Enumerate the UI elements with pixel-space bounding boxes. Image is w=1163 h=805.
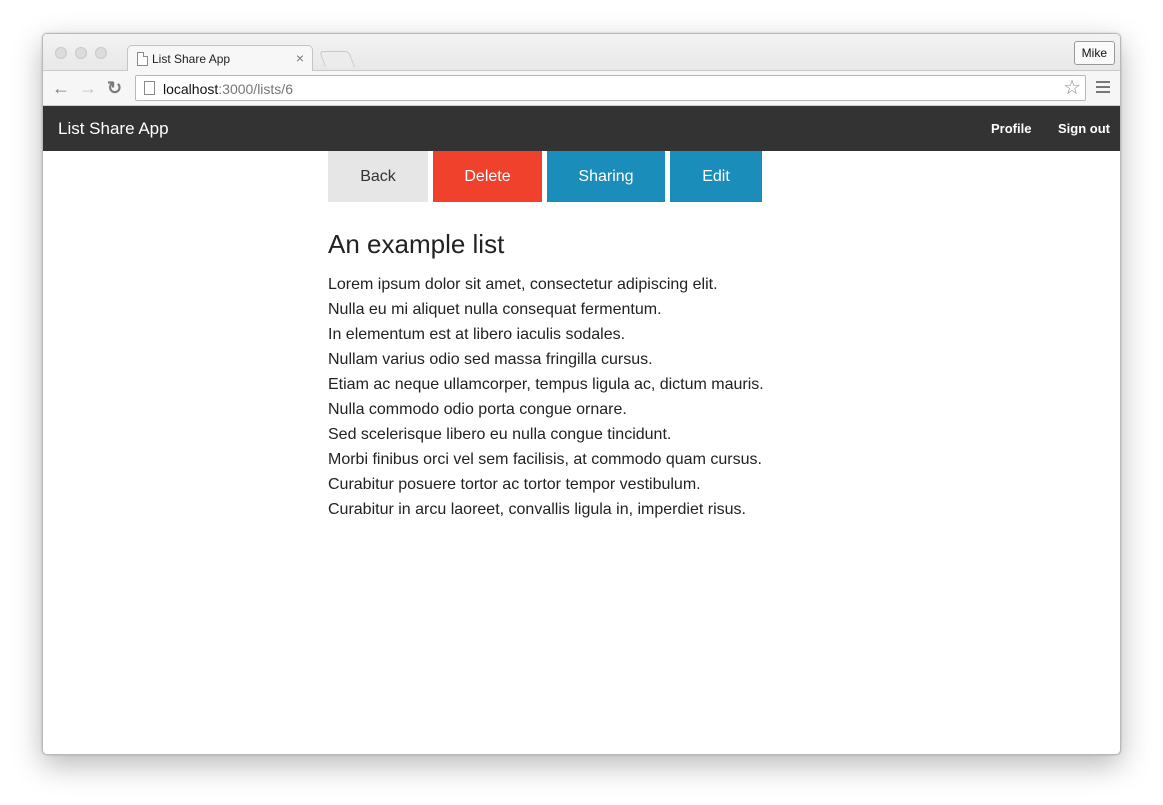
page-icon [137, 52, 148, 66]
list-item: Nulla eu mi aliquet nulla consequat ferm… [328, 301, 662, 318]
menu-icon[interactable] [1096, 81, 1110, 93]
list-item: Nullam varius odio sed massa fringilla c… [328, 351, 653, 368]
browser-window: List Share App × Mike ← → ↻ localhost:30… [42, 33, 1121, 755]
page-icon [144, 81, 155, 95]
browser-tab[interactable]: List Share App × [127, 45, 313, 72]
profile-link[interactable]: Profile [991, 121, 1031, 136]
edit-button[interactable]: Edit [670, 151, 762, 202]
brand-link[interactable]: List Share App [58, 119, 169, 139]
sharing-button[interactable]: Sharing [547, 151, 665, 202]
list-item: Morbi finibus orci vel sem facilisis, at… [328, 451, 762, 468]
back-button[interactable]: Back [328, 151, 428, 202]
url-path: :3000/lists/6 [218, 81, 293, 97]
list-item: Lorem ipsum dolor sit amet, consectetur … [328, 276, 718, 293]
list-item: Curabitur posuere tortor ac tortor tempo… [328, 476, 701, 493]
list-title: An example list [328, 229, 505, 259]
list-item: Nulla commodo odio porta congue ornare. [328, 401, 627, 418]
url-text: localhost:3000/lists/6 [163, 81, 293, 97]
new-tab-button[interactable] [319, 51, 355, 67]
sign-out-link[interactable]: Sign out [1058, 121, 1110, 136]
tab-title: List Share App [152, 52, 231, 66]
reload-icon[interactable]: ↻ [107, 78, 122, 98]
close-icon[interactable]: × [296, 50, 304, 66]
url-host: localhost [163, 81, 219, 97]
forward-arrow-icon[interactable]: → [79, 78, 97, 98]
list-item: In elementum est at libero iaculis sodal… [328, 326, 626, 343]
address-bar[interactable]: localhost:3000/lists/6 ☆ [135, 75, 1086, 101]
list-item: Curabitur in arcu laoreet, convallis lig… [328, 501, 746, 518]
star-icon[interactable]: ☆ [1063, 77, 1081, 99]
zoom-window-button[interactable] [95, 47, 107, 59]
profile-switcher-button[interactable]: Mike [1073, 41, 1115, 65]
browser-toolbar: ← → ↻ localhost:3000/lists/6 ☆ [43, 71, 1120, 106]
delete-button[interactable]: Delete [433, 151, 542, 202]
tab-strip: List Share App × Mike [43, 34, 1120, 72]
list-items: Lorem ipsum dolor sit amet, consectetur … [328, 272, 764, 522]
minimize-window-button[interactable] [75, 47, 87, 59]
back-arrow-icon[interactable]: ← [52, 78, 70, 98]
close-window-button[interactable] [55, 47, 67, 59]
list-item: Etiam ac neque ullamcorper, tempus ligul… [328, 376, 764, 393]
list-item: Sed scelerisque libero eu nulla congue t… [328, 426, 672, 443]
app-navbar: List Share App Profile Sign out [43, 106, 1120, 151]
